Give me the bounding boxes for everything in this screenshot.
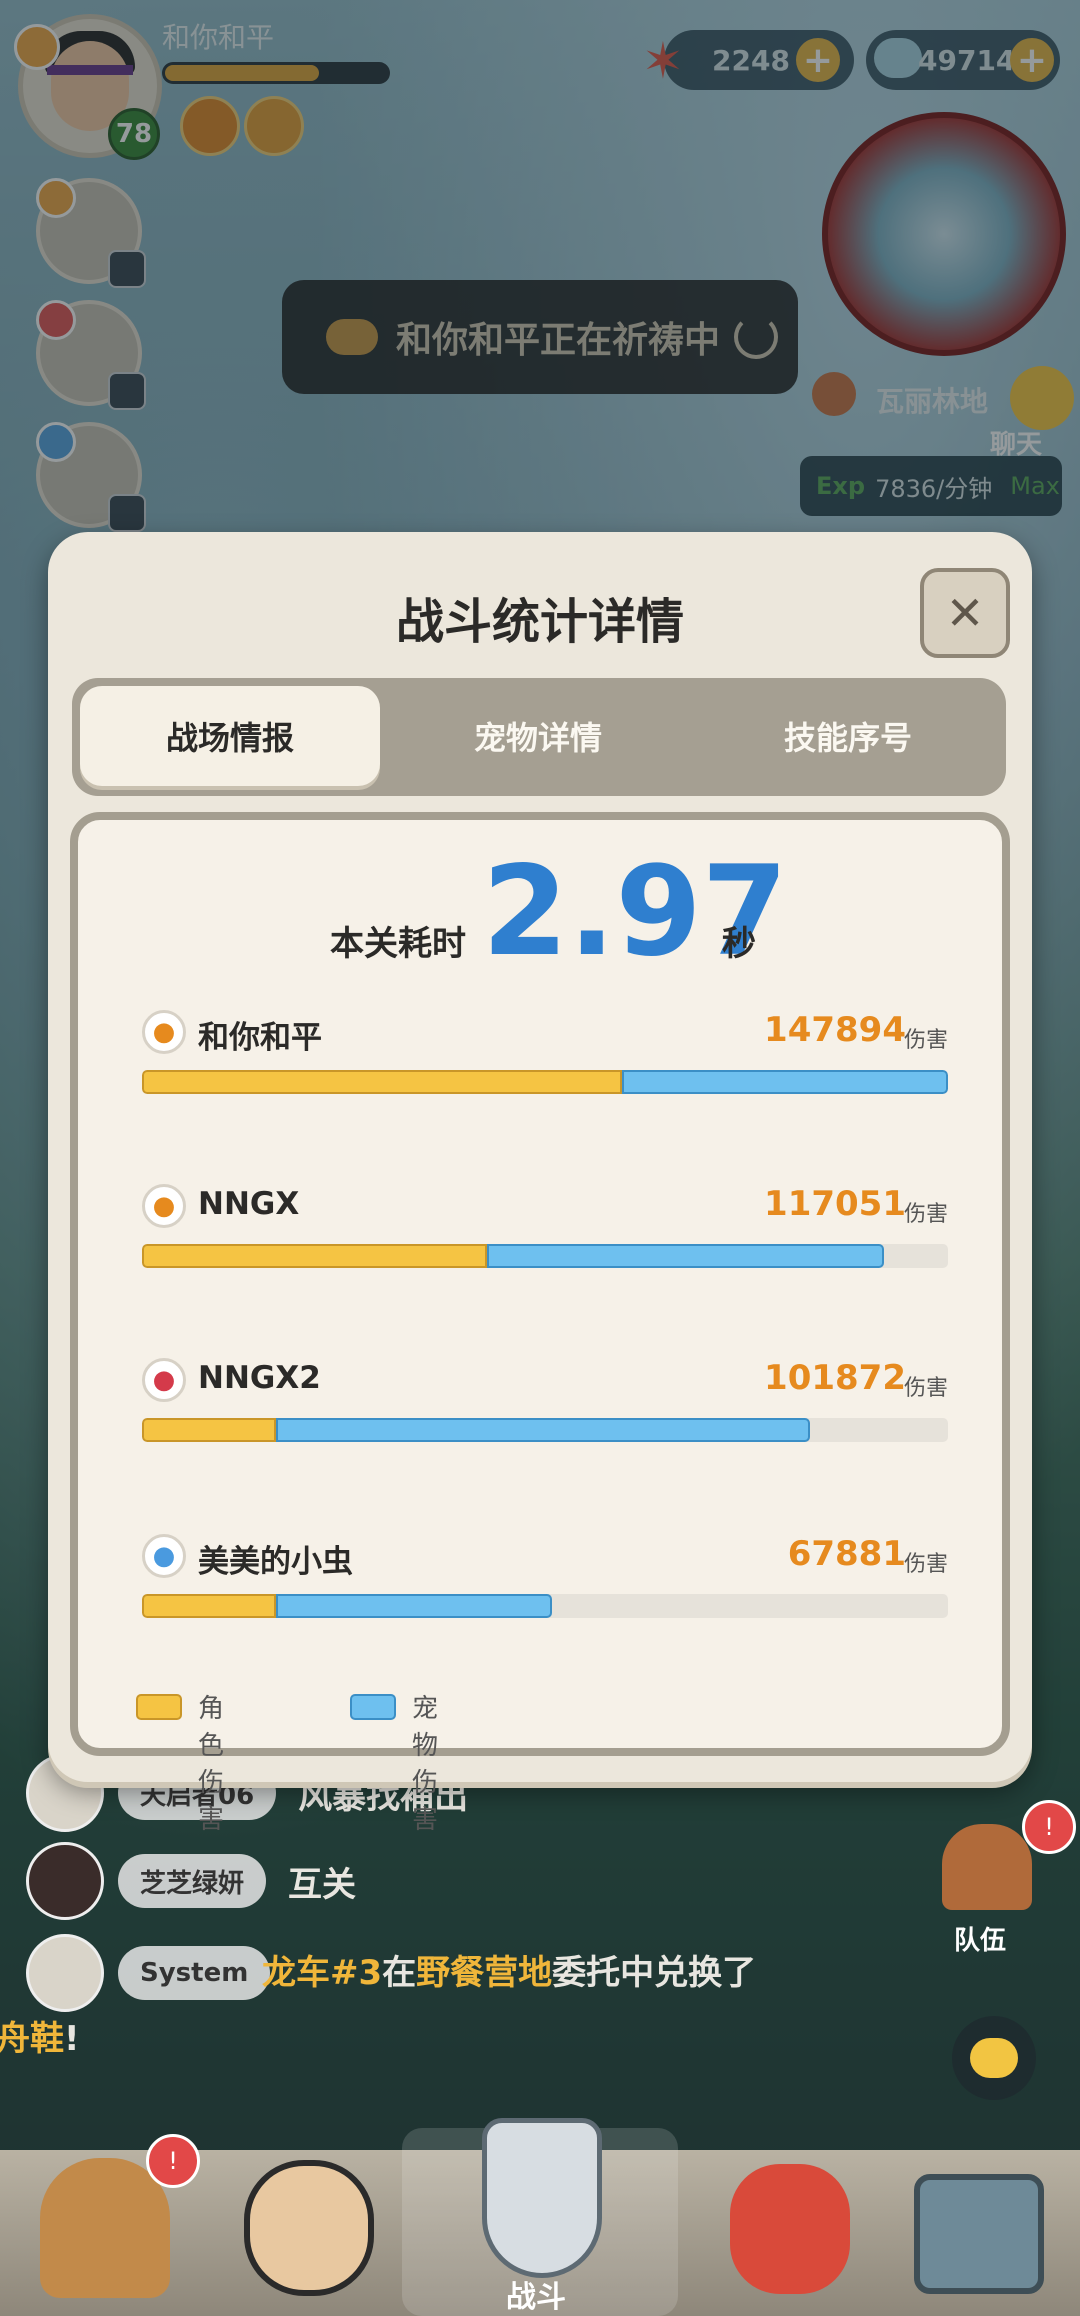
tab-pet-details[interactable]: 宠物详情 (388, 686, 688, 786)
damage-unit: 伤害 (903, 1202, 948, 1227)
character-damage-bar (142, 1070, 622, 1094)
character-damage-bar (142, 1594, 276, 1618)
dialog-title: 战斗统计详情 (395, 594, 684, 650)
damage-unit: 伤害 (903, 1376, 948, 1401)
damage-bar-track (142, 1070, 948, 1094)
avatar[interactable] (26, 1934, 104, 2012)
character-damage-bar (142, 1244, 487, 1268)
damage-row: ● 美美的小虫 67881 伤害 (142, 1534, 948, 1654)
damage-total: 101872 (764, 1358, 906, 1398)
pet-damage-bar (622, 1070, 948, 1094)
stats-panel: 本关耗时 2.97 秒 ● 和你和平 147894 伤害 ● NNGX 117051 伤害 ● N… (70, 812, 1010, 1835)
tab-skill-order[interactable]: 技能序号 (698, 686, 998, 786)
player-name: NNGX (198, 1186, 300, 1222)
legend-swatch-pet (350, 1694, 396, 1720)
stage-time: 本关耗时 2.97 秒 (78, 846, 1002, 974)
damage-row: ● 和你和平 147894 伤害 (142, 1010, 948, 1130)
crossed-blades-icon: ● (142, 1010, 186, 1054)
damage-total: 147894 (764, 1010, 906, 1050)
nav-item-pet[interactable] (716, 2134, 866, 2304)
damage-bar-track (142, 1594, 948, 1618)
battle-stats-dialog: 战斗统计详情 ✕ 战场情报 宠物详情 技能序号 本关耗时 2.97 秒 ● 和你和… (48, 532, 1032, 1835)
tab-battlefield-info[interactable]: 战场情报 (80, 686, 380, 786)
damage-row: ● NNGX 117051 伤害 (142, 1184, 948, 1304)
team-figures-icon (942, 1824, 1032, 1910)
damage-total: 67881 (787, 1534, 906, 1574)
flame-icon: ● (142, 1184, 186, 1228)
damage-bar-track (142, 1418, 948, 1442)
system-msg-part: 委托中兑换了 (552, 1953, 757, 1993)
legend-swatch-character (136, 1694, 182, 1720)
system-msg-part: 龙车#3 (262, 1953, 383, 1993)
beast-icon: ● (142, 1358, 186, 1402)
chat-bubble-button[interactable] (952, 2016, 1036, 2100)
nav-battle-label[interactable]: 战斗 (506, 2272, 566, 2316)
player-name: NNGX2 (198, 1360, 321, 1396)
system-msg-part: 野餐营地 (416, 1953, 553, 1993)
player-name: 和你和平 (198, 1020, 322, 1056)
team-label[interactable]: 队伍 (954, 1920, 1006, 1957)
chest-icon (914, 2174, 1044, 2294)
damage-unit: 伤害 (903, 1028, 948, 1053)
system-message-text: 龙车#3在野餐营地委托中兑换了龙舟鞋! (0, 1940, 832, 2072)
avatar[interactable] (26, 1842, 104, 1920)
damage-row: ● NNGX2 101872 伤害 (142, 1358, 948, 1478)
pet-damage-bar (276, 1418, 810, 1442)
system-msg-part: 龙舟鞋 (0, 2019, 64, 2059)
pet-damage-bar (276, 1594, 552, 1618)
team-notification-icon: ! (1022, 1800, 1076, 1854)
close-icon: ✕ (945, 586, 985, 640)
close-button[interactable]: ✕ (920, 568, 1010, 658)
damage-unit: 伤害 (903, 1552, 948, 1577)
legend-label-character: 角色伤害 (198, 1694, 225, 1835)
legend-label-pet: 宠物伤害 (412, 1694, 439, 1835)
stage-time-unit: 秒 (722, 924, 756, 964)
chat-message: 芝芝绿妍 互关 (26, 1842, 357, 1920)
nav-item-hero[interactable] (234, 2134, 384, 2304)
chat-bubble-icon (970, 2038, 1018, 2078)
swirl-icon: ● (142, 1534, 186, 1578)
system-msg-part: 在 (382, 1953, 417, 1993)
chat-sender-name[interactable]: 芝芝绿妍 (118, 1854, 267, 1908)
nav-notification-icon: ! (146, 2134, 200, 2188)
character-damage-bar (142, 1418, 276, 1442)
hero-face-icon (244, 2160, 374, 2296)
caveman-icon (40, 2158, 170, 2298)
system-msg-part: ! (64, 2019, 80, 2059)
damage-bar-track (142, 1244, 948, 1268)
player-name: 美美的小虫 (198, 1544, 353, 1580)
battle-shield-icon (482, 2118, 602, 2278)
tab-bar: 战场情报 宠物详情 技能序号 (72, 678, 1006, 796)
chat-message-text: 互关 (288, 1864, 357, 1905)
pet-dragon-icon (730, 2164, 850, 2294)
damage-total: 117051 (764, 1184, 906, 1224)
pet-damage-bar (487, 1244, 884, 1268)
nav-item-bag[interactable] (900, 2134, 1050, 2304)
stage-time-label: 本关耗时 (330, 924, 466, 964)
